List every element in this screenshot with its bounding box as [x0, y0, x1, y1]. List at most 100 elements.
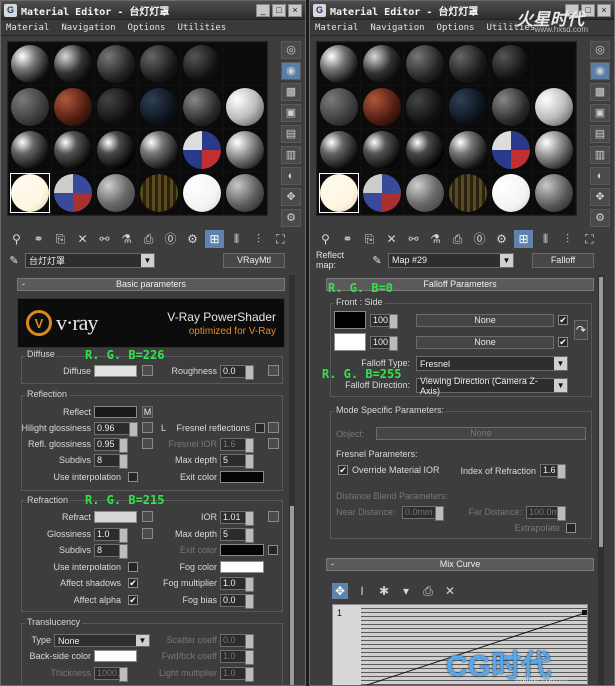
sample-slot[interactable]: [533, 43, 575, 85]
fresnel-ior-map-button[interactable]: [268, 438, 279, 449]
override-ior-checkbox[interactable]: ✔: [338, 465, 348, 475]
sample-slot[interactable]: [533, 86, 575, 128]
sample-slot[interactable]: [52, 86, 94, 128]
menu-utilities[interactable]: Utilities: [177, 23, 226, 33]
sample-slot[interactable]: [138, 86, 180, 128]
chevron-down-icon[interactable]: ▼: [554, 379, 567, 392]
toolbar-icon[interactable]: ⚯: [404, 230, 423, 248]
scrollbar-thumb[interactable]: [290, 506, 294, 685]
sample-slot[interactable]: [490, 43, 532, 85]
sample-slot[interactable]: [318, 86, 360, 128]
map-name-field[interactable]: Map #29 ▼: [388, 252, 514, 268]
toolbar-icon[interactable]: ⛶: [580, 230, 599, 248]
menu-material[interactable]: Material: [315, 23, 358, 33]
toolbar-icon[interactable]: ⎘: [51, 230, 70, 248]
side-tool-icon[interactable]: ▤: [590, 125, 610, 143]
toolbar-icon[interactable]: ⫶: [249, 230, 268, 248]
sample-slot[interactable]: [404, 86, 446, 128]
material-type-button[interactable]: VRayMtl: [223, 252, 285, 268]
sample-slot[interactable]: [224, 43, 266, 85]
side-tool-icon[interactable]: ▩: [590, 83, 610, 101]
sample-slot[interactable]: [318, 172, 360, 214]
sample-slot[interactable]: [224, 129, 266, 171]
scrollbar-thumb[interactable]: [599, 277, 603, 547]
refl-max-depth-spinner[interactable]: 5: [220, 454, 254, 469]
refr-exit-color-checkbox[interactable]: [268, 545, 278, 555]
close-button[interactable]: ×: [288, 3, 302, 17]
toolbar-icon[interactable]: ⎘: [360, 230, 379, 248]
chevron-down-icon[interactable]: ▼: [141, 253, 154, 267]
ior-map-button[interactable]: [268, 511, 279, 522]
scatter-coeff-spinner[interactable]: 0.0: [220, 634, 254, 649]
map-type-button[interactable]: Falloff: [532, 252, 594, 268]
refl-subdivs-spinner[interactable]: 8: [94, 454, 128, 469]
side-tool-icon[interactable]: ◐: [281, 167, 301, 185]
side-tool-icon[interactable]: ▩: [281, 83, 301, 101]
side-tool-icon[interactable]: ▥: [281, 146, 301, 164]
toolbar-icon[interactable]: ⎙: [448, 230, 467, 248]
sample-slot[interactable]: [533, 172, 575, 214]
toolbar-icon[interactable]: ⎙: [139, 230, 158, 248]
diffuse-color-swatch[interactable]: [94, 365, 137, 377]
side-tool-icon[interactable]: ✥: [281, 188, 301, 206]
sample-slot[interactable]: [181, 43, 223, 85]
sample-slot[interactable]: [138, 129, 180, 171]
refract-color-swatch[interactable]: [94, 511, 137, 523]
title-bar[interactable]: G Material Editor - 台灯灯罩 _ □ ×: [1, 1, 305, 20]
side-tool-icon[interactable]: ▥: [590, 146, 610, 164]
hilight-map-button[interactable]: [142, 422, 153, 433]
side-tool-icon[interactable]: ▣: [590, 104, 610, 122]
sample-slot[interactable]: [361, 86, 403, 128]
lock-label[interactable]: L: [156, 423, 166, 433]
fog-bias-spinner[interactable]: 0.0: [220, 594, 254, 609]
index-of-refraction-spinner[interactable]: 1.6: [540, 464, 566, 479]
sample-slot[interactable]: [318, 43, 360, 85]
curve-tool-icon[interactable]: ▾: [398, 583, 414, 599]
sample-slot[interactable]: [447, 129, 489, 171]
sample-slot[interactable]: [361, 129, 403, 171]
sample-slot[interactable]: [361, 43, 403, 85]
sample-slot[interactable]: [404, 172, 446, 214]
sample-slot[interactable]: [490, 129, 532, 171]
side-tool-icon[interactable]: ⚙: [590, 209, 610, 227]
toolbar-icon[interactable]: ⊞: [514, 230, 533, 248]
menu-navigation[interactable]: Navigation: [61, 23, 115, 33]
side-map-button[interactable]: None: [416, 336, 554, 349]
sample-slot[interactable]: [181, 86, 223, 128]
rollout-basic-parameters[interactable]: - Basic parameters: [17, 278, 285, 291]
side-tool-icon[interactable]: ◎: [590, 41, 610, 59]
rollout-mix-curve[interactable]: - Mix Curve: [326, 558, 594, 571]
fresnel-map-button[interactable]: [268, 422, 279, 433]
close-button[interactable]: ×: [597, 3, 611, 17]
sample-slot[interactable]: [224, 172, 266, 214]
refr-gloss-map-button[interactable]: [142, 528, 153, 539]
side-tool-icon[interactable]: ▣: [281, 104, 301, 122]
front-amount-spinner[interactable]: 100.0: [370, 314, 398, 329]
toolbar-icon[interactable]: ⚲: [7, 230, 26, 248]
swap-colors-icon[interactable]: ↷: [574, 320, 588, 340]
sample-slot[interactable]: [447, 86, 489, 128]
refr-subdivs-spinner[interactable]: 8: [94, 544, 128, 559]
sample-slot[interactable]: [533, 129, 575, 171]
sample-slot[interactable]: [95, 86, 137, 128]
toolbar-icon[interactable]: ⚗: [117, 230, 136, 248]
side-tool-icon[interactable]: ◉: [281, 62, 301, 80]
sample-slot[interactable]: [52, 172, 94, 214]
chevron-down-icon[interactable]: ▼: [136, 635, 149, 646]
side-tool-icon[interactable]: ▤: [281, 125, 301, 143]
sample-slot[interactable]: [318, 129, 360, 171]
toolbar-icon[interactable]: ⚗: [426, 230, 445, 248]
roughness-map-button[interactable]: [268, 365, 279, 376]
curve-tool-icon[interactable]: ✥: [332, 583, 348, 599]
sample-slot[interactable]: [490, 172, 532, 214]
toolbar-icon[interactable]: ⓪: [161, 230, 180, 248]
refr-glossiness-spinner[interactable]: 1.0: [94, 528, 128, 543]
side-tool-icon[interactable]: ◐: [590, 167, 610, 185]
curve-tool-icon[interactable]: ✱: [376, 583, 392, 599]
diffuse-map-button[interactable]: [142, 365, 153, 376]
reflect-map-button[interactable]: M: [142, 406, 153, 418]
sample-slot[interactable]: [9, 86, 51, 128]
sample-slot[interactable]: [224, 86, 266, 128]
toolbar-icon[interactable]: ⛶: [271, 230, 290, 248]
near-distance-spinner[interactable]: 0.0mm: [402, 506, 444, 521]
